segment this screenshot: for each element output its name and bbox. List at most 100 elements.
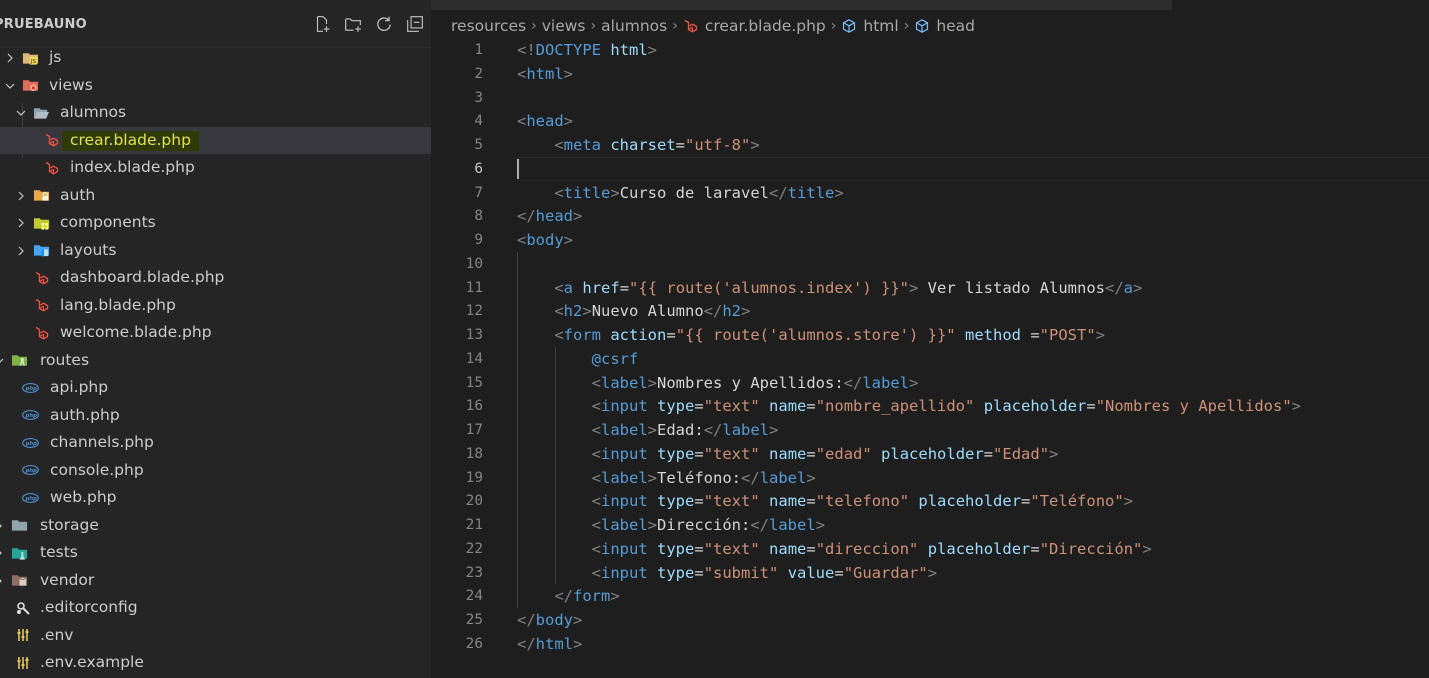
tree-item-tests[interactable]: tests <box>0 539 431 566</box>
tree-item-routes[interactable]: routes <box>0 347 431 374</box>
code-token: < <box>591 397 601 416</box>
tree-item-dashboard-blade-php[interactable]: dashboard.blade.php <box>0 264 431 291</box>
breadcrumb-item[interactable]: html <box>841 17 899 35</box>
tree-item-api-php[interactable]: php api.php <box>0 374 431 401</box>
code-line: <a href="{{ route('alumnos.index') }}"> … <box>517 276 1142 300</box>
new-folder-icon[interactable] <box>343 14 363 34</box>
tree-item-env[interactable]: .env <box>0 622 431 649</box>
code-token: </ <box>843 373 863 392</box>
code-token: = <box>675 136 686 154</box>
explorer-title: PRUEBAUNO <box>0 17 87 32</box>
line-number: 8 <box>474 208 483 225</box>
code-token: > <box>741 302 751 321</box>
breadcrumb-item[interactable]: resources <box>451 17 526 35</box>
tree-item-crear-blade-php[interactable]: crear.blade.php <box>0 126 431 154</box>
code-token: Dirección: <box>657 516 751 534</box>
tree-item-components[interactable]: components <box>0 209 431 236</box>
breadcrumb-item[interactable]: alumnos <box>601 17 667 35</box>
breadcrumb-item[interactable]: head <box>914 17 975 35</box>
refresh-icon[interactable] <box>374 14 394 34</box>
new-file-icon[interactable] <box>312 14 332 34</box>
code-token: > <box>610 183 620 202</box>
code-token: html <box>526 64 564 83</box>
code-token: > <box>1291 397 1301 416</box>
tree-item-views[interactable]: views <box>0 72 431 99</box>
code-token: = <box>806 397 816 416</box>
tree-item-web-php[interactable]: php web.php <box>0 484 431 511</box>
svg-text:php: php <box>25 495 38 501</box>
laravel-blade-icon <box>33 269 50 286</box>
tree-item-auth[interactable]: auth <box>0 182 431 209</box>
code-line: <input type="text" name="direccion" plac… <box>517 537 1152 561</box>
svg-text:php: php <box>25 440 38 446</box>
tree-item-console-php[interactable]: php console.php <box>0 457 431 484</box>
tree-item-label: alumnos <box>60 103 127 121</box>
chevron-right-icon[interactable] <box>0 575 5 587</box>
code-token: method <box>965 326 1021 344</box>
tree-item-auth-php[interactable]: php auth.php <box>0 402 431 429</box>
tree-item-index-blade-php[interactable]: index.blade.php <box>0 154 431 181</box>
chevron-right-icon[interactable] <box>15 190 27 202</box>
laravel-blade-icon <box>33 324 50 341</box>
code-token: meta <box>563 136 601 154</box>
breadcrumb-label: html <box>863 17 899 35</box>
chevron-right-icon[interactable] <box>0 547 5 559</box>
code-token: Nuevo Alumno <box>591 302 704 321</box>
code-token: < <box>517 112 527 131</box>
tree-item-welcome-blade-php[interactable]: welcome.blade.php <box>0 319 431 346</box>
breadcrumb-item[interactable]: crear.blade.php <box>683 17 826 35</box>
code-token: label <box>601 516 648 534</box>
folder-vendor-icon <box>11 572 28 589</box>
chevron-right-icon[interactable] <box>0 520 5 532</box>
code-token: body <box>526 231 564 249</box>
tree-item-alumnos[interactable]: alumnos <box>0 99 431 126</box>
collapse-all-icon[interactable] <box>405 14 425 34</box>
code-line: <meta charset="utf-8"> <box>517 133 759 157</box>
tree-item-vendor[interactable]: vendor <box>0 567 431 594</box>
folder-js-icon: JS <box>22 49 39 66</box>
code-token: > <box>1142 539 1152 558</box>
breadcrumb-item[interactable]: views <box>542 17 586 35</box>
code-token: > <box>1049 444 1059 463</box>
chevron-right-icon[interactable] <box>15 245 27 257</box>
chevron-right-icon[interactable] <box>4 52 16 64</box>
tree-item-js[interactable]: JS js <box>0 44 431 71</box>
code-token: Edad: <box>657 421 704 439</box>
code-token: > <box>1123 492 1134 511</box>
line-number: 25 <box>465 612 483 628</box>
tree-item-layouts[interactable]: layouts <box>0 237 431 264</box>
code-token: > <box>582 302 592 321</box>
code-token: input <box>601 492 648 511</box>
tree-item-channels-php[interactable]: php channels.php <box>0 429 431 456</box>
chevron-right-icon[interactable] <box>15 217 27 229</box>
tree-item-editorconfig[interactable]: .editorconfig <box>0 594 431 621</box>
tree-item-storage[interactable]: storage <box>0 512 431 539</box>
tree-item-env-example[interactable]: .env.example <box>0 649 431 676</box>
tree-item-label: js <box>49 48 62 66</box>
chevron-down-icon[interactable] <box>15 107 27 119</box>
line-number: 17 <box>465 422 483 438</box>
code-token: = <box>806 444 816 463</box>
chevron-down-icon[interactable] <box>4 80 16 92</box>
tree-item-lang-blade-php[interactable]: lang.blade.php <box>0 292 431 319</box>
tree-item-label: views <box>49 75 93 94</box>
chevron-down-icon[interactable] <box>0 355 5 367</box>
code-token: = <box>1030 539 1040 558</box>
code-token: > <box>927 563 938 582</box>
code-token: html <box>610 41 648 59</box>
code-token: "telefono" <box>815 492 910 511</box>
code-token: input <box>601 444 648 463</box>
code-token: = <box>694 492 704 511</box>
code-token: </ <box>554 587 573 606</box>
code-token: label <box>759 468 807 487</box>
symbol-cube-icon <box>841 18 857 34</box>
